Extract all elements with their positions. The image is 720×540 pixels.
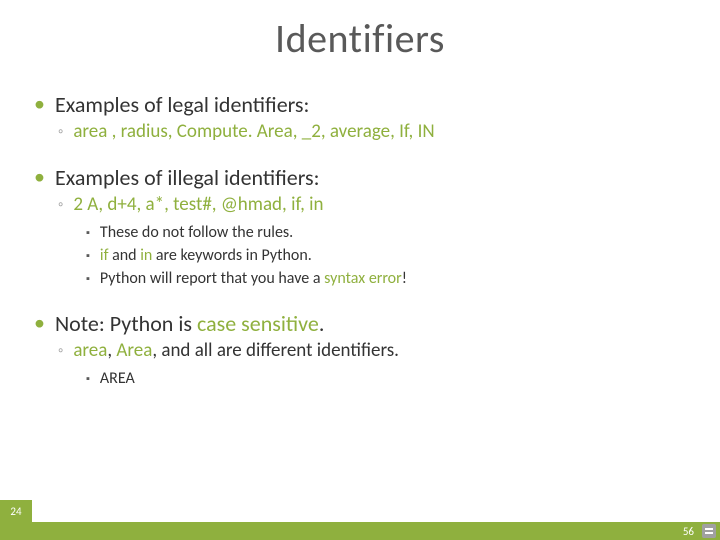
text-tail: are keywords in Python. bbox=[152, 246, 312, 265]
bullet-text: Examples of legal identifiers: bbox=[55, 91, 309, 118]
bullet-text: Examples of illegal identifiers: bbox=[55, 164, 320, 191]
bullet-illegal-examples: ◦ 2 A, d+4, a*, test#, @hmad, if, in bbox=[58, 193, 686, 217]
bullet-text: These do not follow the rules. bbox=[100, 223, 293, 242]
bullet-text: Note: Python is case sensitive. bbox=[55, 310, 324, 337]
bullet-ring-icon: ◦ bbox=[58, 120, 63, 144]
case-sensitive-term: case sensitive bbox=[197, 310, 319, 337]
bullet-dot-icon: • bbox=[34, 310, 45, 336]
slide-title: Identifiers bbox=[0, 0, 720, 63]
bullet-square-icon: ▪ bbox=[86, 369, 90, 390]
slide: Identifiers • Examples of legal identifi… bbox=[0, 0, 720, 540]
keyword-in: in bbox=[140, 246, 152, 265]
page-number-right: 56 bbox=[683, 525, 694, 538]
text-tail: , and all are different identifiers. bbox=[152, 339, 399, 362]
bullet-case-sensitive: • Note: Python is case sensitive. bbox=[34, 310, 686, 337]
id-AREA: AREA bbox=[100, 369, 135, 388]
bullet-text: if and in are keywords in Python. bbox=[100, 246, 312, 265]
bullet-text: 2 A, d+4, a*, test#, @hmad, if, in bbox=[73, 193, 323, 216]
text-post: ! bbox=[402, 269, 407, 288]
bullet-rule-note: ▪ These do not follow the rules. bbox=[86, 223, 686, 244]
bullet-dot-icon: • bbox=[34, 164, 45, 190]
bullet-text: Python will report that you have a synta… bbox=[100, 269, 407, 288]
id-area: area bbox=[73, 339, 107, 362]
bullet-dot-icon: • bbox=[34, 91, 45, 117]
bullet-ring-icon: ◦ bbox=[58, 339, 63, 363]
bullet-square-icon: ▪ bbox=[86, 246, 90, 267]
text-pre: Python will report that you have a bbox=[100, 269, 324, 288]
text-and: and bbox=[108, 246, 140, 265]
bullet-legal-examples: ◦ area , radius, Compute. Area, _2, aver… bbox=[58, 120, 686, 144]
slide-content: • Examples of legal identifiers: ◦ area … bbox=[0, 63, 720, 390]
text-pre: Note: Python is bbox=[55, 310, 197, 337]
bullet-case-examples: ◦ area, Area, and all are different iden… bbox=[58, 339, 686, 363]
id-Area: Area bbox=[116, 339, 152, 362]
bullet-keyword-note: ▪ if and in are keywords in Python. bbox=[86, 246, 686, 267]
text-post: . bbox=[319, 310, 325, 337]
bullet-ring-icon: ◦ bbox=[58, 193, 63, 217]
syntax-error-term: syntax error bbox=[324, 269, 402, 288]
menu-icon bbox=[702, 524, 716, 538]
bullet-square-icon: ▪ bbox=[86, 269, 90, 290]
bullet-area-upper: ▪ AREA bbox=[86, 369, 686, 390]
footer-bar bbox=[0, 522, 720, 540]
bullet-square-icon: ▪ bbox=[86, 223, 90, 244]
bullet-syntax-error-note: ▪ Python will report that you have a syn… bbox=[86, 269, 686, 290]
bullet-text: area, Area, and all are different identi… bbox=[73, 339, 399, 362]
bullet-illegal-heading: • Examples of illegal identifiers: bbox=[34, 164, 686, 191]
bullet-text: area , radius, Compute. Area, _2, averag… bbox=[73, 120, 434, 143]
bullet-legal-heading: • Examples of legal identifiers: bbox=[34, 91, 686, 118]
page-number-left: 24 bbox=[0, 500, 32, 522]
